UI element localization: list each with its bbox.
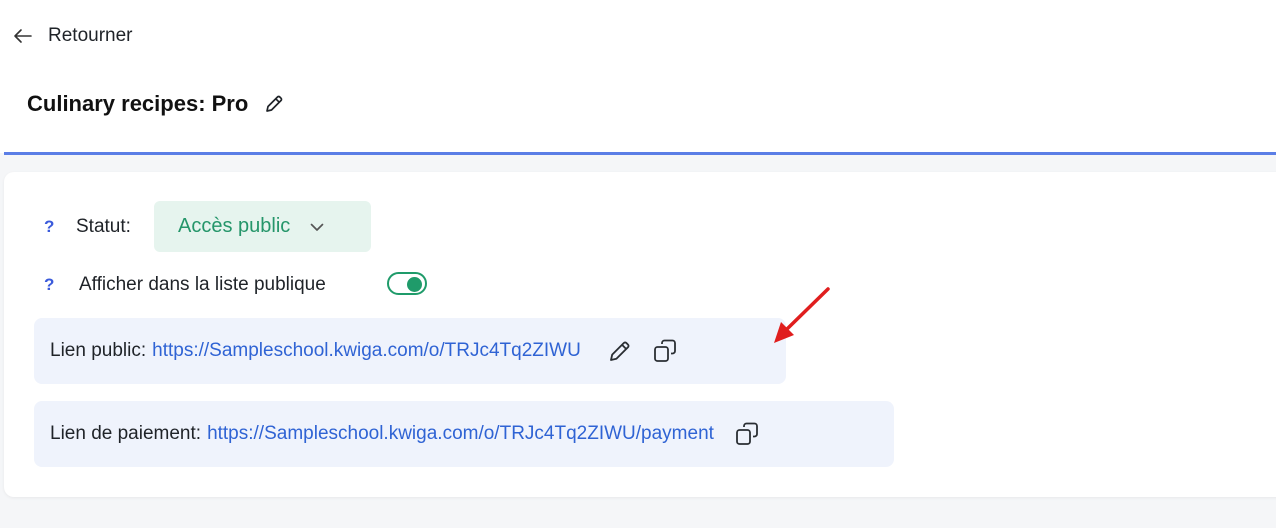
- status-value: Accès public: [178, 215, 291, 237]
- copy-icon[interactable]: [652, 338, 678, 364]
- header-divider: [4, 152, 1276, 155]
- red-arrow-annotation: [774, 287, 830, 343]
- back-link[interactable]: Retourner: [12, 24, 133, 48]
- pencil-icon[interactable]: [607, 338, 633, 364]
- payment-link-label: Lien de paiement:: [50, 423, 202, 444]
- public-list-toggle[interactable]: [387, 272, 427, 295]
- settings-card: ? Statut: Accès public ? Afficher dans l…: [4, 172, 1276, 497]
- public-list-help-icon[interactable]: ?: [44, 275, 54, 295]
- public-link-label: Lien public:: [50, 340, 147, 361]
- copy-icon[interactable]: [734, 421, 760, 447]
- back-label: Retourner: [48, 25, 133, 46]
- toggle-knob: [407, 277, 422, 292]
- status-help-icon[interactable]: ?: [44, 217, 54, 237]
- status-select[interactable]: Accès public: [154, 201, 371, 252]
- pencil-icon[interactable]: [263, 93, 285, 115]
- public-link-url[interactable]: https://Sampleschool.kwiga.com/o/TRJc4Tq…: [152, 340, 581, 362]
- page-title: Culinary recipes: Pro: [27, 91, 249, 116]
- payment-link-url[interactable]: https://Sampleschool.kwiga.com/o/TRJc4Tq…: [207, 423, 714, 445]
- page-header: Retourner Culinary recipes: Pro: [0, 0, 1276, 153]
- title-row: Culinary recipes: Pro: [27, 88, 285, 120]
- public-link-box: Lien public: https://Sampleschool.kwiga.…: [34, 318, 786, 384]
- status-label: Statut:: [76, 216, 131, 237]
- arrow-left-icon: [12, 25, 34, 47]
- public-list-label: Afficher dans la liste publique: [79, 274, 326, 295]
- chevron-down-icon: [308, 218, 326, 236]
- payment-link-box: Lien de paiement: https://Sampleschool.k…: [34, 401, 894, 467]
